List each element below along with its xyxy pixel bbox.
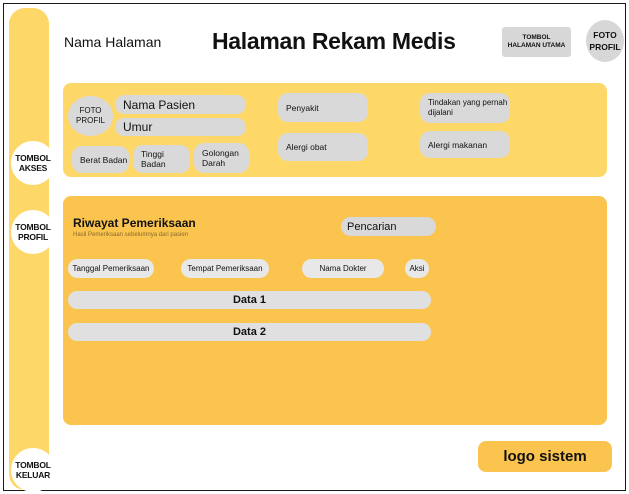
patient-height-field: Tinggi Badan — [133, 145, 190, 173]
page-title: Halaman Rekam Medis — [212, 28, 456, 54]
patient-drug-allergy-field: Alergi obat — [278, 133, 368, 161]
column-header-aksi[interactable]: Aksi — [405, 259, 429, 278]
column-header-dokter[interactable]: Nama Dokter — [302, 259, 384, 278]
column-header-tempat[interactable]: Tempat Pemeriksaan — [181, 259, 269, 278]
patient-name-field: Nama Pasien — [115, 95, 246, 114]
history-subtitle: Hasil Pemeriksaan sebelumnya dari pasien — [73, 232, 189, 238]
table-row[interactable]: Data 1 — [68, 291, 431, 309]
table-row[interactable]: Data 2 — [68, 323, 431, 341]
patient-food-allergy-field: Alergi makanan — [420, 131, 510, 158]
patient-photo: FOTO PROFIL — [68, 96, 113, 136]
page-label: Nama Halaman — [64, 34, 162, 50]
patient-disease-field: Penyakit — [278, 93, 368, 122]
patient-age-field: Umur — [115, 118, 246, 136]
profil-button[interactable]: TOMBOL PROFIL — [11, 210, 55, 254]
home-button[interactable]: TOMBOL HALAMAN UTAMA — [502, 27, 571, 57]
keluar-button[interactable]: TOMBOL KELUAR — [11, 448, 55, 492]
patient-blood-type-field: Golongan Darah — [194, 143, 249, 173]
profile-photo-button[interactable]: FOTO PROFIL — [586, 20, 624, 62]
sidebar: TOMBOL AKSES TOMBOL PROFIL TOMBOL KELUAR — [9, 8, 55, 492]
history-title: Riwayat Pemeriksaan — [73, 216, 196, 230]
column-header-tanggal[interactable]: Tanggal Pemeriksaan — [68, 259, 154, 278]
patient-procedures-field: Tindakan yang pernah dijalani — [420, 93, 510, 123]
system-logo: logo sistem — [478, 441, 612, 472]
patient-weight-field: Berat Badan — [72, 146, 129, 173]
search-input[interactable]: Pencarian — [341, 217, 436, 236]
akses-button[interactable]: TOMBOL AKSES — [11, 141, 55, 185]
history-card — [63, 196, 607, 425]
